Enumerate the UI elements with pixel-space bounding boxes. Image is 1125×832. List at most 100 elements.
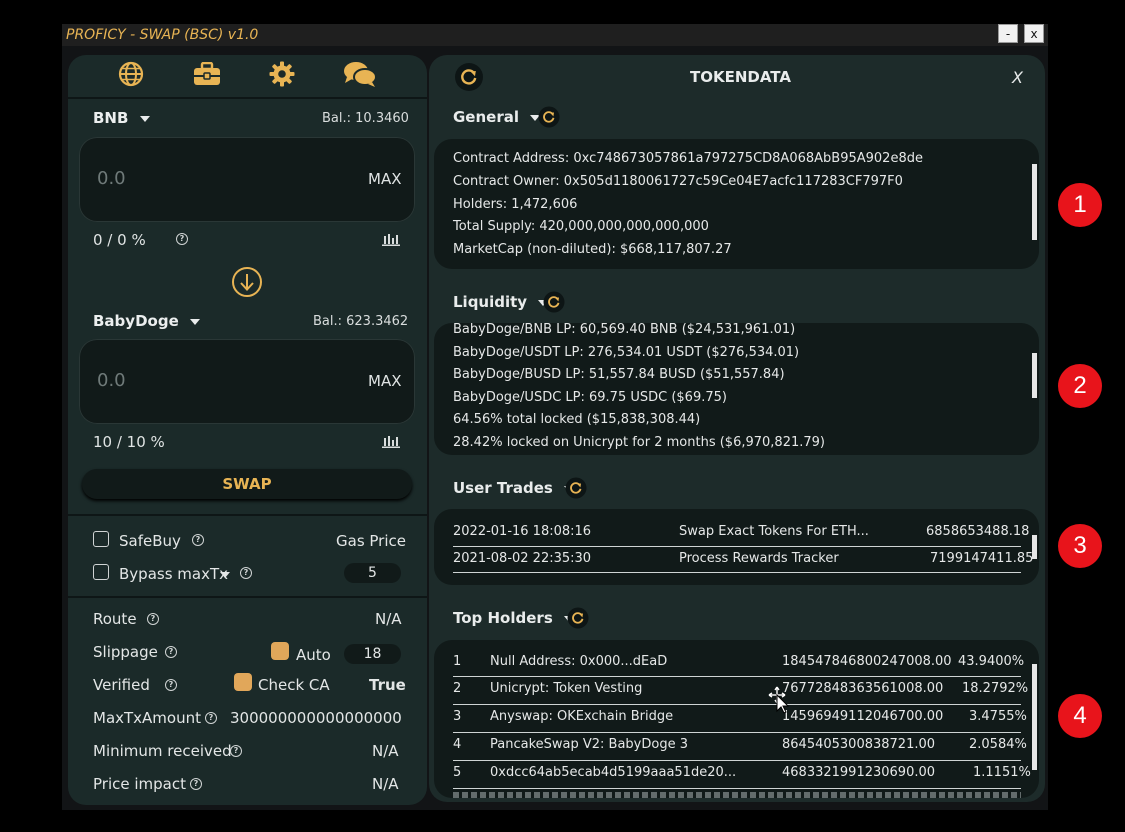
swap-direction-icon[interactable] (231, 266, 263, 298)
bypass-maxtx-checkbox[interactable] (93, 564, 109, 580)
from-token-select[interactable]: BNB (93, 109, 150, 127)
row-divider (453, 676, 1021, 677)
mouse-cursor-icon (768, 686, 790, 714)
trade-amount: 6858653488.18 (926, 524, 1030, 539)
holder-rank: 5 (453, 765, 462, 780)
lp-bnb: BabyDoge/BNB LP: 60,569.40 BNB ($24,531,… (453, 322, 796, 337)
help-icon[interactable]: ? (147, 613, 159, 625)
from-token-label: BNB (93, 109, 129, 127)
liquidity-section-toggle[interactable]: Liquidity (453, 293, 549, 311)
holder-pct: 2.0584% (969, 737, 1027, 752)
chat-icon[interactable] (343, 60, 377, 88)
chart-icon[interactable] (382, 434, 400, 448)
scrollbar[interactable] (1032, 664, 1037, 770)
to-token-select[interactable]: BabyDoge (93, 312, 200, 330)
min-received-label: Minimum received (93, 742, 232, 760)
chart-icon[interactable] (382, 232, 400, 246)
holder-rank: 3 (453, 709, 462, 724)
from-amount-placeholder: 0.0 (97, 168, 126, 189)
gas-price-input[interactable]: 5 (344, 563, 401, 583)
toolbox-icon[interactable] (193, 62, 221, 86)
user-trades-box (434, 509, 1039, 585)
holder-pct: 18.2792% (962, 681, 1029, 696)
liquidity-title: Liquidity (453, 293, 528, 311)
check-ca-checkbox[interactable] (234, 673, 252, 691)
divider (68, 97, 427, 99)
safebuy-checkbox[interactable] (93, 531, 109, 547)
lp-usdc: BabyDoge/USDC LP: 69.75 USDC ($69.75) (453, 390, 727, 405)
divider (68, 596, 427, 598)
refresh-general-button[interactable] (538, 106, 560, 128)
holder-rank: 1 (453, 654, 462, 669)
help-icon[interactable]: ? (240, 567, 252, 579)
route-value: N/A (375, 610, 402, 628)
help-icon[interactable]: ? (190, 778, 202, 790)
scrollbar[interactable] (1032, 535, 1037, 559)
help-icon[interactable]: ? (176, 233, 188, 245)
close-tokendata-button[interactable]: X (1012, 68, 1023, 87)
to-max-button[interactable]: MAX (368, 372, 401, 390)
maxtx-value: 300000000000000000 (230, 709, 402, 727)
user-trades-title: User Trades (453, 479, 553, 497)
help-icon[interactable]: ? (165, 679, 177, 691)
user-trades-section-toggle[interactable]: User Trades (453, 479, 575, 497)
holder-rank: 2 (453, 681, 462, 696)
holder-name: Anyswap: OKExchain Bridge (490, 709, 674, 724)
from-balance: Bal.: 10.3460 (322, 111, 409, 126)
chevron-down-icon[interactable] (220, 572, 230, 578)
window-title: PROFICY - SWAP (BSC) v1.0 (66, 27, 259, 43)
trade-date: 2022-01-16 18:08:16 (453, 524, 592, 539)
check-ca-label: Check CA (258, 676, 330, 694)
row-divider (453, 572, 1021, 573)
close-window-button[interactable]: x (1024, 24, 1044, 43)
row-divider (453, 732, 1021, 733)
scrollbar[interactable] (1032, 353, 1037, 398)
holder-rank: 4 (453, 737, 462, 752)
holders: Holders: 1,472,606 (453, 197, 578, 212)
price-impact-value: N/A (372, 775, 399, 793)
general-section-toggle[interactable]: General (453, 108, 541, 126)
verified-value: True (369, 676, 406, 694)
to-amount-placeholder: 0.0 (97, 370, 126, 391)
refresh-liquidity-button[interactable] (543, 291, 565, 313)
slippage-input[interactable]: 18 (344, 644, 401, 664)
minimize-button[interactable]: - (998, 24, 1018, 43)
gas-price-label: Gas Price (336, 532, 406, 550)
help-icon[interactable]: ? (230, 745, 242, 757)
auto-slippage-checkbox[interactable] (271, 642, 289, 660)
refresh-trades-button[interactable] (565, 477, 587, 499)
tokendata-title: TOKENDATA (690, 68, 791, 86)
from-max-button[interactable]: MAX (368, 170, 401, 188)
to-balance: Bal.: 623.3462 (313, 314, 409, 329)
chevron-down-icon (189, 318, 200, 325)
help-icon[interactable]: ? (192, 534, 204, 546)
scrollbar[interactable] (1032, 164, 1037, 240)
trade-action: Process Rewards Tracker (679, 551, 839, 566)
route-label: Route (93, 610, 137, 628)
refresh-all-button[interactable] (454, 62, 484, 92)
to-amount-input[interactable] (79, 339, 415, 424)
holder-pct: 43.9400% (958, 654, 1025, 669)
divider (68, 514, 427, 516)
row-divider (453, 546, 1021, 547)
total-supply: Total Supply: 420,000,000,000,000,000 (453, 219, 709, 234)
gear-icon[interactable] (269, 61, 295, 87)
general-title: General (453, 108, 519, 126)
from-percent: 0 / 0 % (93, 231, 146, 249)
help-icon[interactable]: ? (205, 712, 217, 724)
holder-name: Null Address: 0x000...dEaD (490, 654, 668, 669)
holder-amount: 8645405300838721.00 (782, 737, 936, 752)
refresh-holders-button[interactable] (567, 607, 589, 629)
globe-icon[interactable] (118, 61, 144, 87)
top-holders-section-toggle[interactable]: Top Holders (453, 609, 574, 627)
trade-action: Swap Exact Tokens For ETH... (679, 524, 869, 539)
slippage-label: Slippage (93, 643, 158, 661)
help-icon[interactable]: ? (165, 646, 177, 658)
from-amount-input[interactable] (79, 137, 415, 222)
holder-name: PancakeSwap V2: BabyDoge 3 (490, 737, 688, 752)
lp-usdt: BabyDoge/USDT LP: 276,534.01 USDT ($276,… (453, 345, 800, 360)
annotation-badge: 2 (1058, 364, 1102, 408)
annotation-badge: 4 (1058, 694, 1102, 738)
lp-busd: BabyDoge/BUSD LP: 51,557.84 BUSD ($51,55… (453, 367, 785, 382)
swap-button[interactable]: SWAP (82, 469, 412, 499)
